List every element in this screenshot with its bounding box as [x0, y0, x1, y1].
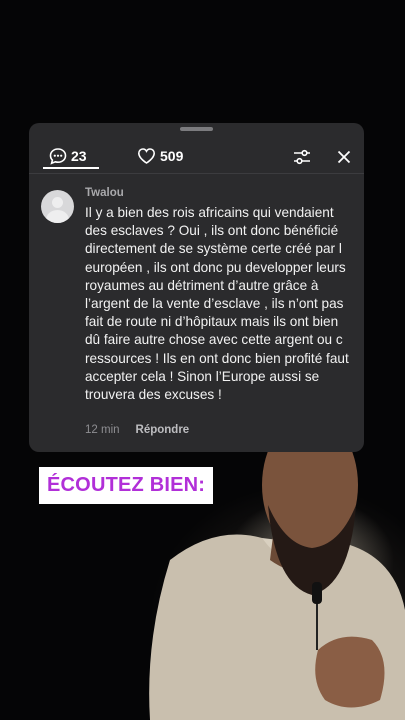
- caption-banner: ÉCOUTEZ BIEN:: [39, 467, 214, 504]
- reply-button[interactable]: Répondre: [136, 424, 190, 436]
- comment-text: Il y a bien des rois africains qui venda…: [85, 205, 349, 403]
- comment-count: 23: [71, 148, 87, 164]
- close-icon[interactable]: [336, 149, 352, 165]
- tab-active-indicator: [43, 167, 99, 169]
- tab-likes[interactable]: 509: [137, 147, 183, 165]
- comment-bubble-icon: [49, 148, 67, 165]
- comment-meta: 12 min Répondre: [85, 424, 189, 436]
- avatar[interactable]: [41, 190, 74, 223]
- comment-time: 12 min: [85, 424, 120, 436]
- microphone: [312, 582, 322, 604]
- filter-icon[interactable]: [292, 148, 312, 166]
- comments-panel: 23 509 Twalou Il y a bien des rois afric…: [29, 123, 364, 452]
- comment-username[interactable]: Twalou: [85, 187, 124, 199]
- heart-icon: [137, 148, 156, 164]
- header-divider: [29, 173, 364, 174]
- tab-comments[interactable]: 23: [49, 147, 87, 165]
- drag-handle[interactable]: [180, 127, 213, 131]
- like-count: 509: [160, 148, 184, 164]
